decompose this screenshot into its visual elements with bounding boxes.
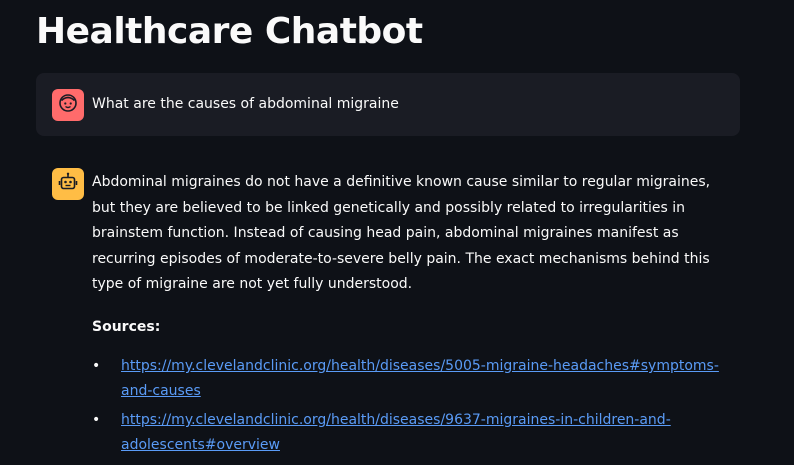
user-avatar xyxy=(52,89,84,121)
assistant-message: Abdominal migraines do not have a defini… xyxy=(92,170,737,298)
robot-icon xyxy=(57,171,79,197)
source-item: • https://my.clevelandclinic.org/health/… xyxy=(92,354,732,404)
user-message: What are the causes of abdominal migrain… xyxy=(36,73,740,136)
assistant-message-text: Abdominal migraines do not have a defini… xyxy=(92,174,711,292)
source-link-1[interactable]: https://my.clevelandclinic.org/health/di… xyxy=(121,358,719,399)
page-title: Healthcare Chatbot xyxy=(36,11,423,52)
app-page: Healthcare Chatbot What are the causes o… xyxy=(0,0,794,465)
source-link-2[interactable]: https://my.clevelandclinic.org/health/di… xyxy=(121,412,671,453)
user-message-text: What are the causes of abdominal migrain… xyxy=(92,96,399,112)
sources-list: • https://my.clevelandclinic.org/health/… xyxy=(92,354,732,462)
assistant-avatar xyxy=(52,168,84,200)
list-bullet: • xyxy=(92,412,101,428)
list-bullet: • xyxy=(92,358,101,374)
face-icon xyxy=(57,92,79,118)
sources-heading: Sources: xyxy=(92,319,161,335)
source-item: • https://my.clevelandclinic.org/health/… xyxy=(92,408,732,458)
